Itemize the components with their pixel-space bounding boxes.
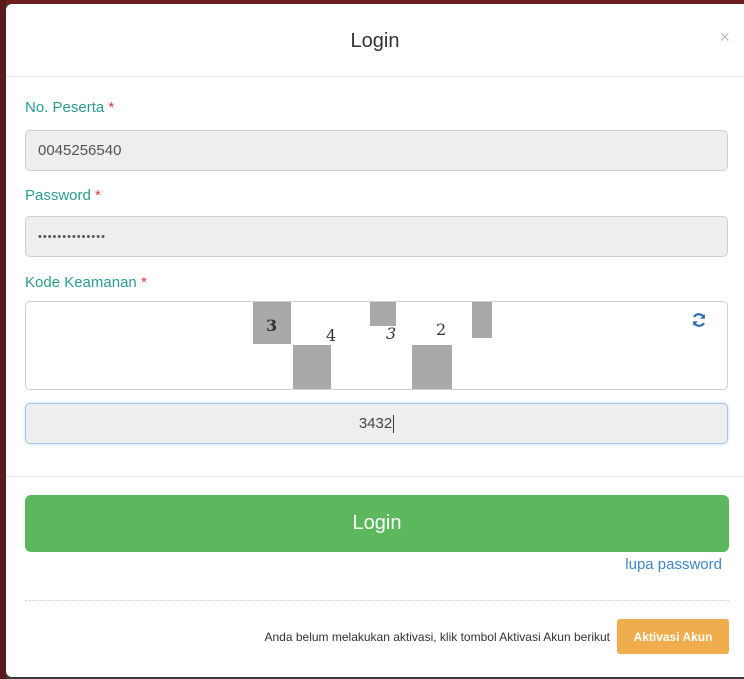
captcha-noise-tile	[472, 302, 492, 338]
password-value: ••••••••••••••	[38, 230, 106, 243]
password-label: Password *	[25, 187, 101, 204]
required-mark: *	[95, 187, 101, 204]
captcha-input[interactable]: 3432	[25, 403, 728, 444]
text-cursor	[393, 414, 395, 433]
modal-header: Login ×	[6, 4, 744, 77]
activation-message: Anda belum melakukan aktivasi, klik tomb…	[264, 630, 611, 644]
captcha-noise-tile	[412, 345, 452, 389]
modal-title: Login	[350, 30, 400, 52]
captcha-noise-tile	[370, 302, 396, 326]
participant-label-text: No. Peserta	[25, 99, 105, 116]
captcha-noise-tile	[293, 345, 331, 389]
captcha-input-value: 3432	[358, 415, 393, 432]
forgot-password-link[interactable]: lupa password	[625, 556, 722, 573]
dotted-divider	[25, 600, 729, 601]
participant-number-input[interactable]: 0045256540	[25, 130, 728, 171]
login-modal: Login × No. Peserta * 0045256540 Passwor…	[6, 4, 744, 677]
refresh-icon[interactable]	[691, 312, 707, 328]
close-icon[interactable]: ×	[719, 28, 730, 46]
captcha-label-text: Kode Keamanan	[25, 274, 137, 291]
captcha-char: 3	[266, 316, 278, 335]
captcha-char: 3	[386, 324, 397, 343]
activate-account-button[interactable]: Aktivasi Akun	[617, 619, 729, 654]
required-mark: *	[108, 99, 115, 116]
password-label-text: Password	[25, 187, 91, 204]
captcha-image: 3 4 3 2	[25, 301, 728, 390]
password-input[interactable]: ••••••••••••••	[25, 216, 728, 257]
login-button[interactable]: Login	[25, 495, 729, 552]
captcha-label: Kode Keamanan *	[25, 274, 147, 291]
participant-label: No. Peserta *	[25, 99, 114, 116]
captcha-char: 4	[326, 326, 337, 345]
participant-number-value: 0045256540	[38, 142, 122, 159]
body-footer-divider	[6, 476, 744, 477]
required-mark: *	[140, 274, 147, 291]
captcha-char: 2	[436, 320, 447, 339]
